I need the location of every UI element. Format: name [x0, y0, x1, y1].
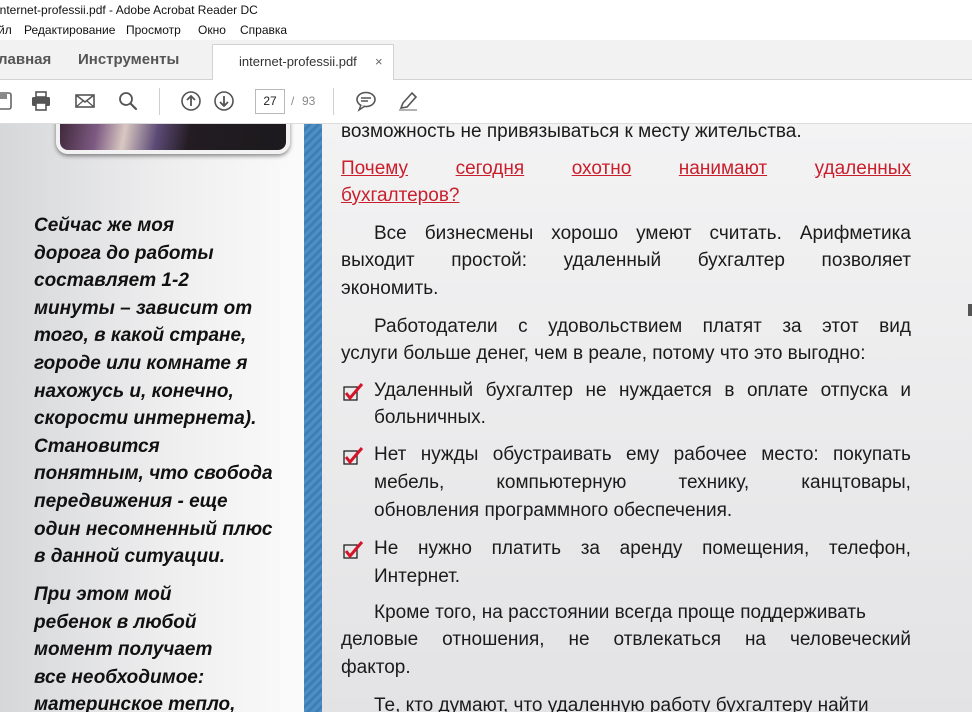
bullet-line: обновления программного обеспечения. — [374, 500, 733, 521]
author-photo — [56, 124, 290, 154]
left-line: все необходимое: — [34, 666, 205, 688]
left-line: материнское тепло, — [34, 694, 236, 712]
left-line: момент получает — [34, 639, 213, 661]
menu-help[interactable]: Справка — [240, 21, 287, 40]
print-icon[interactable] — [30, 90, 52, 112]
checkmark-icon — [343, 541, 364, 559]
toolbar-separator — [333, 88, 334, 115]
page-up-icon[interactable] — [180, 90, 202, 112]
bullet-line: Интернет. — [374, 566, 461, 587]
left-paragraph-2: При этом мой ребенок в любой момент полу… — [34, 581, 235, 712]
left-paragraph-1: Сейчас же моя дорога до работы составляе… — [34, 212, 273, 571]
tab-home[interactable]: лавная — [0, 40, 51, 79]
left-line: минуты – зависит от — [34, 297, 253, 319]
text-line: деловые отношения, не отвлекаться на человече… — [341, 629, 911, 650]
menu-bar: йл Редактирование Просмотр Окно Справка — [0, 21, 972, 40]
close-tab-icon[interactable]: × — [375, 45, 383, 79]
scrollbar-marker[interactable] — [968, 304, 972, 316]
left-line: скорости интернета). — [34, 408, 257, 430]
left-line: того, в какой стране, — [34, 325, 247, 347]
text-line: услуги больше денег, чем в реале, потому… — [341, 343, 866, 364]
search-icon[interactable] — [117, 90, 139, 112]
text-line: экономить. — [341, 278, 439, 299]
page-total: 93 — [302, 94, 316, 108]
text-line: Работодатели с удовольствием платят за этот ви… — [374, 316, 911, 337]
comment-icon[interactable] — [355, 90, 377, 112]
left-sidebar-column: Сейчас же моя дорога до работы составляе… — [0, 124, 304, 712]
page-down-icon[interactable] — [213, 90, 235, 112]
word: удаленных — [814, 158, 911, 179]
text-line: фактор. — [341, 657, 411, 678]
section-heading-line: Почему сегодня охотно нанимают удаленных — [341, 156, 911, 182]
page-number-input[interactable]: 27 — [255, 89, 285, 114]
tab-tools[interactable]: Инструменты — [78, 40, 179, 79]
pen-icon[interactable] — [397, 90, 419, 112]
menu-view[interactable]: Просмотр — [126, 21, 181, 40]
tab-bar: лавная Инструменты internet-professii.pd… — [0, 40, 972, 80]
menu-window[interactable]: Окно — [198, 21, 226, 40]
bullet-line: Удаленный бухгалтер не нуждается в оплате отпу… — [374, 380, 911, 401]
left-line: в данной ситуации. — [34, 546, 226, 568]
email-icon[interactable] — [74, 90, 96, 112]
bullet-line: мебель, компьютерную технику, канцтовары, — [374, 472, 911, 493]
page-divider-stripe — [304, 124, 322, 712]
checkmark-icon — [343, 447, 364, 465]
text-line: выходит простой: удаленный бухгалтер позволя… — [341, 250, 911, 271]
left-line: передвижения - еще — [34, 490, 228, 512]
word: сегодня — [455, 158, 525, 179]
menu-edit[interactable]: Редактирование — [24, 21, 115, 40]
left-line: ребенок в любой — [34, 611, 197, 633]
text-line: Кроме того, на расстоянии всегда проще п… — [374, 602, 866, 623]
left-line: нахожусь и, конечно, — [34, 380, 234, 402]
text-line: Все бизнесмены хорошо умеют считать. Арифмети… — [374, 223, 911, 244]
left-line: При этом мой — [34, 584, 172, 605]
left-line: дорога до работы — [34, 242, 214, 264]
save-icon[interactable] — [0, 90, 14, 112]
left-line: Становится — [34, 435, 160, 457]
left-line: Сейчас же моя — [34, 215, 175, 236]
tab-document-label: internet-professii.pdf — [239, 54, 357, 69]
word: Почему — [341, 158, 409, 179]
bullet-line: Не нужно платить за аренду помещения, телефон, — [374, 538, 911, 559]
page-separator: / — [291, 94, 295, 108]
document-view[interactable]: Сейчас же моя дорога до работы составляе… — [0, 124, 972, 712]
word: нанимают — [678, 158, 768, 179]
window-title: internet-professii.pdf - Adobe Acrobat R… — [0, 3, 258, 17]
bullet-line: больничных. — [374, 407, 486, 428]
left-line: составляет 1-2 — [34, 270, 189, 292]
toolbar-separator — [159, 88, 160, 115]
left-line: городе или комнате я — [34, 352, 248, 374]
bullet-line: Нет нужды обустраивать ему рабочее место: поку… — [374, 444, 911, 465]
section-heading-line: бухгалтеров? — [341, 185, 460, 206]
left-line: понятным, что свобода — [34, 463, 273, 485]
text-line: возможность не привязываться к месту жит… — [341, 124, 802, 142]
left-line: один несомненный плюс — [34, 518, 273, 540]
toolbar: 27 / 93 — [0, 80, 972, 124]
checkmark-icon — [343, 383, 364, 401]
title-bar: internet-professii.pdf - Adobe Acrobat R… — [0, 0, 972, 22]
tab-document[interactable]: internet-professii.pdf × — [212, 44, 394, 80]
word: охотно — [571, 158, 632, 179]
text-line: Те, кто думают, что удаленную работу бух… — [374, 695, 869, 712]
menu-file[interactable]: йл — [0, 21, 12, 40]
